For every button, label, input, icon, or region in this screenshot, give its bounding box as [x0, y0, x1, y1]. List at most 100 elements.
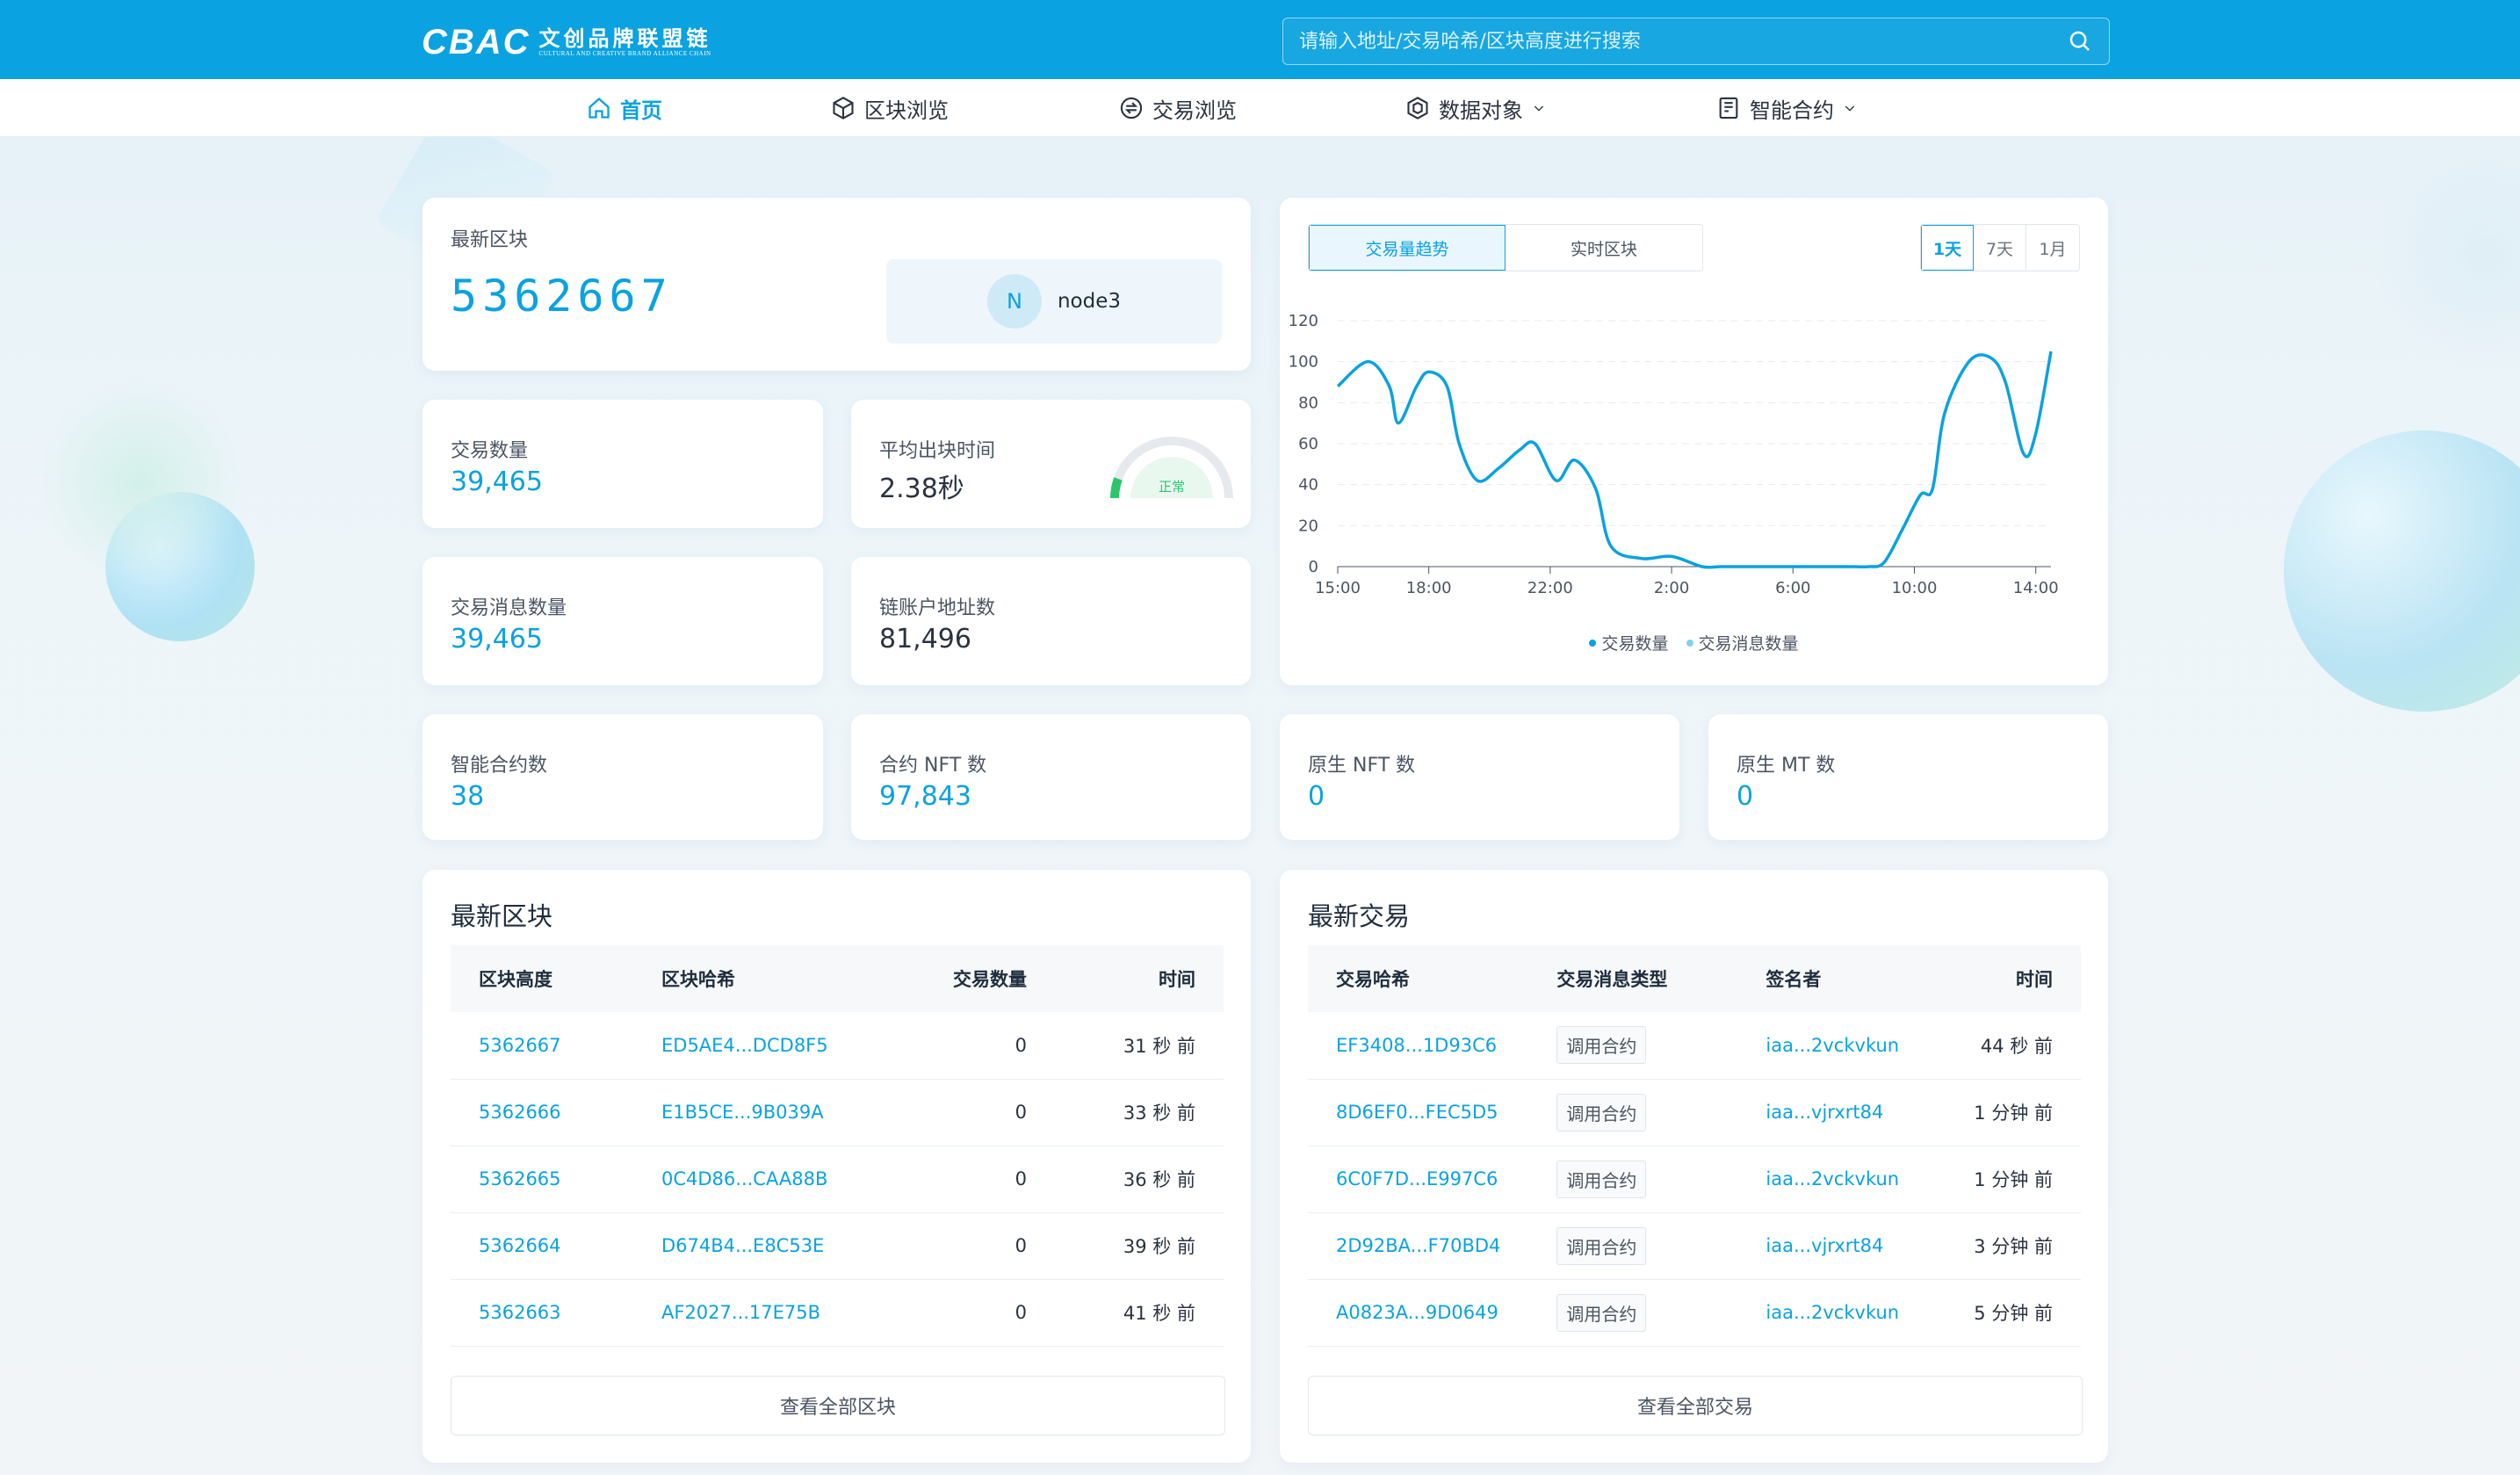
range-selector: 1天 7天 1月	[1920, 224, 2080, 271]
range-1-day[interactable]: 1天	[1921, 225, 1974, 271]
contract-nft-count-card: 合约 NFT 数 97,843	[851, 714, 1251, 840]
block-hash-link[interactable]: 0C4D86...CAA88B	[633, 1146, 862, 1213]
block-time: 31 秒 前	[1055, 1012, 1224, 1080]
block-time: 33 秒 前	[1055, 1079, 1224, 1146]
table-header-row: 交易哈希 交易消息类型 签名者 时间	[1308, 945, 2081, 1012]
nav-transactions-label: 交易浏览	[1152, 98, 1237, 123]
account-count-card: 链账户地址数 81,496	[851, 557, 1251, 685]
tx-signer-link[interactable]: iaa...2vckvkun	[1737, 1012, 1940, 1080]
table-row[interactable]: 8D6EF0...FEC5D5 调用合约 iaa...vjrxrt84 1 分钟 前	[1308, 1079, 2081, 1146]
tx-hash-link[interactable]: A0823A...9D0649	[1308, 1279, 1529, 1347]
y-tick-label: 60	[1298, 435, 1318, 453]
legend-marker	[1686, 639, 1693, 647]
tx-hash-link[interactable]: EF3408...1D93C6	[1308, 1012, 1529, 1080]
block-hash-link[interactable]: ED5AE4...DCD8F5	[633, 1012, 862, 1080]
table-row[interactable]: A0823A...9D0649 调用合约 iaa...2vckvkun 5 分钟 前	[1308, 1279, 2081, 1347]
table-row[interactable]: 5362665 0C4D86...CAA88B 0 36 秒 前	[451, 1146, 1224, 1213]
search-icon[interactable]	[2067, 28, 2093, 54]
chevron-down-icon	[1845, 105, 1855, 112]
legend-label-tx-msg-count: 交易消息数量	[1698, 634, 1799, 654]
latest-tx-card: 最新交易 交易哈希 交易消息类型 签名者 时间 EF3408...1D93C6 调…	[1280, 870, 2108, 1463]
tab-realtime-blocks[interactable]: 实时区块	[1506, 225, 1702, 271]
tx-count-card: 交易数量 39,465	[422, 400, 823, 528]
nav-transactions[interactable]: 交易浏览	[1119, 79, 1237, 137]
tx-signer-link[interactable]: iaa...2vckvkun	[1737, 1146, 1940, 1213]
gauge-status: 正常	[1159, 479, 1185, 495]
search-box	[1282, 18, 2110, 65]
view-all-blocks-button[interactable]: 查看全部区块	[451, 1376, 1225, 1435]
tx-msg-count-value: 39,465	[451, 624, 543, 654]
data-object-icon	[1407, 97, 1428, 119]
x-tick-label: 2:00	[1654, 579, 1689, 597]
tx-hash-link[interactable]: 8D6EF0...FEC5D5	[1308, 1079, 1529, 1146]
block-height-link[interactable]: 5362663	[451, 1279, 633, 1347]
tx-msg-type-tag: 调用合约	[1556, 1026, 1647, 1065]
table-row[interactable]: 5362663 AF2027...17E75B 0 41 秒 前	[451, 1279, 1224, 1347]
tx-time: 1 分钟 前	[1939, 1146, 2081, 1213]
col-signer: 签名者	[1737, 945, 1940, 1012]
range-1-month[interactable]: 1月	[2026, 225, 2079, 271]
tx-signer-link[interactable]: iaa...vjrxrt84	[1737, 1212, 1940, 1280]
main-nav: 首页 区块浏览 交易浏览 数据对象 智能合约	[0, 79, 2520, 137]
account-count-label: 链账户地址数	[879, 597, 996, 619]
nav-data-objects[interactable]: 数据对象	[1405, 79, 1546, 137]
table-row[interactable]: 5362666 E1B5CE...9B039A 0 33 秒 前	[451, 1079, 1224, 1146]
tx-hash-link[interactable]: 6C0F7D...E997C6	[1308, 1146, 1529, 1213]
table-row[interactable]: EF3408...1D93C6 调用合约 iaa...2vckvkun 44 秒 前	[1308, 1012, 2081, 1080]
x-tick-label: 6:00	[1775, 579, 1810, 597]
block-tx-count: 0	[862, 1012, 1055, 1080]
exchange-icon	[1120, 97, 1143, 119]
tx-msg-type-tag: 调用合约	[1556, 1160, 1647, 1198]
block-height-link[interactable]: 5362665	[451, 1146, 633, 1213]
latest-tx-title: 最新交易	[1308, 901, 1411, 931]
nav-blocks-label: 区块浏览	[864, 98, 949, 123]
tx-count-label: 交易数量	[451, 440, 529, 462]
logo-chinese-name: 文创品牌联盟链	[538, 25, 711, 51]
node-badge[interactable]: N node3	[886, 259, 1222, 343]
native-nft-count-label: 原生 NFT 数	[1308, 755, 1416, 777]
table-row[interactable]: 5362667 ED5AE4...DCD8F5 0 31 秒 前	[451, 1012, 1224, 1080]
tx-msg-type-cell: 调用合约	[1528, 1212, 1738, 1280]
table-row[interactable]: 5362664 D674B4...E8C53E 0 39 秒 前	[451, 1212, 1224, 1280]
table-row[interactable]: 6C0F7D...E997C6 调用合约 iaa...2vckvkun 1 分钟 前	[1308, 1146, 2081, 1213]
logo-text: 文创品牌联盟链 CULTURAL AND CREATIVE BRAND ALLI…	[538, 25, 711, 58]
tx-msg-type-cell: 调用合约	[1528, 1012, 1738, 1080]
tab-tx-trend[interactable]: 交易量趋势	[1309, 225, 1506, 271]
series-line-tx-count[interactable]	[1336, 351, 2053, 569]
legend-item-tx-count[interactable]: 交易数量	[1589, 631, 1669, 654]
contract-count-label: 智能合约数	[451, 755, 548, 777]
block-time: 41 秒 前	[1055, 1279, 1224, 1347]
brand-logo[interactable]: CBAC 文创品牌联盟链 CULTURAL AND CREATIVE BRAND…	[422, 23, 711, 61]
block-height-link[interactable]: 5362664	[451, 1212, 633, 1280]
tx-signer-link[interactable]: iaa...2vckvkun	[1737, 1279, 1940, 1347]
block-height-link[interactable]: 5362666	[451, 1079, 633, 1146]
nav-blocks[interactable]: 区块浏览	[831, 79, 949, 137]
tx-signer-link[interactable]: iaa...vjrxrt84	[1737, 1079, 1940, 1146]
y-tick-label: 40	[1298, 476, 1318, 495]
table-header-row: 区块高度 区块哈希 交易数量 时间	[451, 945, 1224, 1012]
range-7-days[interactable]: 7天	[1974, 225, 2026, 271]
latest-block-height[interactable]: 5362667	[451, 271, 673, 322]
tx-time: 1 分钟 前	[1939, 1079, 2081, 1146]
block-hash-link[interactable]: E1B5CE...9B039A	[633, 1079, 862, 1146]
x-tick-label: 10:00	[1892, 579, 1938, 597]
nav-smart-contracts[interactable]: 智能合约	[1716, 79, 1857, 137]
search-input[interactable]	[1299, 30, 2067, 53]
tx-time: 3 分钟 前	[1939, 1212, 2081, 1280]
legend-item-tx-msg-count[interactable]: 交易消息数量	[1686, 631, 1799, 654]
tx-msg-type-cell: 调用合约	[1528, 1279, 1738, 1347]
tx-hash-link[interactable]: 2D92BA...F70BD4	[1308, 1212, 1529, 1280]
view-all-tx-button[interactable]: 查看全部交易	[1308, 1376, 2083, 1435]
nav-smart-contracts-label: 智能合约	[1750, 98, 1834, 123]
tx-msg-count-card: 交易消息数量 39,465	[422, 557, 823, 685]
decorative-bubble-right	[2284, 430, 2520, 712]
block-height-link[interactable]: 5362667	[451, 1012, 633, 1080]
table-row[interactable]: 2D92BA...F70BD4 调用合约 iaa...vjrxrt84 3 分钟 前	[1308, 1212, 2081, 1280]
block-hash-link[interactable]: AF2027...17E75B	[633, 1279, 862, 1347]
nav-home[interactable]: 首页	[587, 79, 662, 137]
native-mt-count-label: 原生 MT 数	[1737, 755, 1836, 777]
y-tick-label: 20	[1298, 517, 1318, 535]
block-hash-link[interactable]: D674B4...E8C53E	[633, 1212, 862, 1280]
x-tick-label: 14:00	[2013, 579, 2059, 597]
tx-time: 44 秒 前	[1939, 1012, 2081, 1080]
